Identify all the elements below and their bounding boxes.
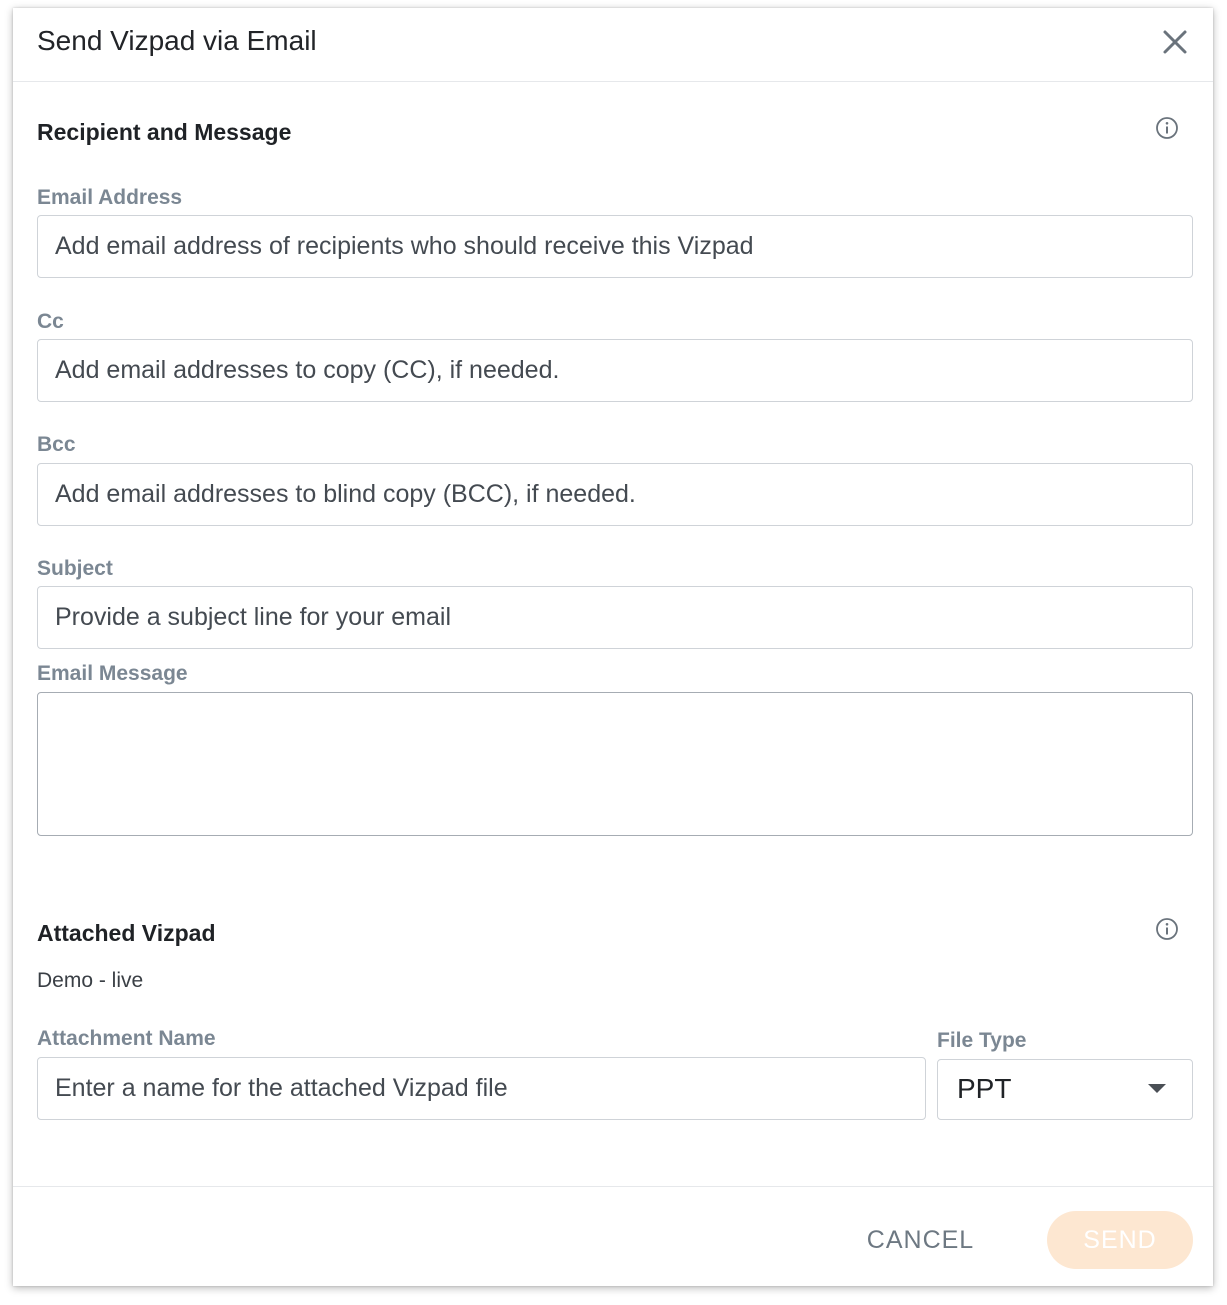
email-address-input[interactable] bbox=[37, 215, 1193, 278]
subject-label: Subject bbox=[37, 557, 113, 580]
cancel-button[interactable]: CANCEL bbox=[853, 1211, 988, 1269]
close-icon bbox=[1163, 30, 1187, 54]
info-icon[interactable] bbox=[1155, 116, 1179, 140]
bcc-input[interactable] bbox=[37, 463, 1193, 526]
close-button[interactable] bbox=[1161, 28, 1189, 56]
dialog-footer: CANCEL SEND bbox=[13, 1186, 1213, 1287]
caret-down-icon bbox=[1148, 1084, 1166, 1093]
file-type-label: File Type bbox=[937, 1029, 1027, 1052]
file-type-select[interactable]: PPT bbox=[937, 1059, 1193, 1120]
cc-label: Cc bbox=[37, 310, 64, 333]
bcc-label: Bcc bbox=[37, 433, 76, 456]
dialog-title: Send Vizpad via Email bbox=[37, 25, 317, 56]
email-message-textarea[interactable] bbox=[37, 692, 1193, 836]
vizpad-name: Demo - live bbox=[37, 969, 144, 992]
email-address-label: Email Address bbox=[37, 186, 183, 209]
recipient-section-title: Recipient and Message bbox=[37, 119, 292, 145]
send-vizpad-dialog: Send Vizpad via Email Recipient and Mess… bbox=[13, 8, 1213, 1286]
attachment-name-input[interactable] bbox=[37, 1057, 926, 1120]
send-button[interactable]: SEND bbox=[1047, 1211, 1193, 1269]
email-message-label: Email Message bbox=[37, 662, 188, 685]
info-icon[interactable] bbox=[1155, 917, 1179, 941]
dialog-header: Send Vizpad via Email bbox=[13, 8, 1213, 82]
file-type-value: PPT bbox=[957, 1073, 1012, 1104]
cc-input[interactable] bbox=[37, 339, 1193, 402]
attachment-name-label: Attachment Name bbox=[37, 1027, 216, 1050]
attachment-section-title: Attached Vizpad bbox=[37, 920, 216, 946]
subject-input[interactable] bbox=[37, 586, 1193, 649]
